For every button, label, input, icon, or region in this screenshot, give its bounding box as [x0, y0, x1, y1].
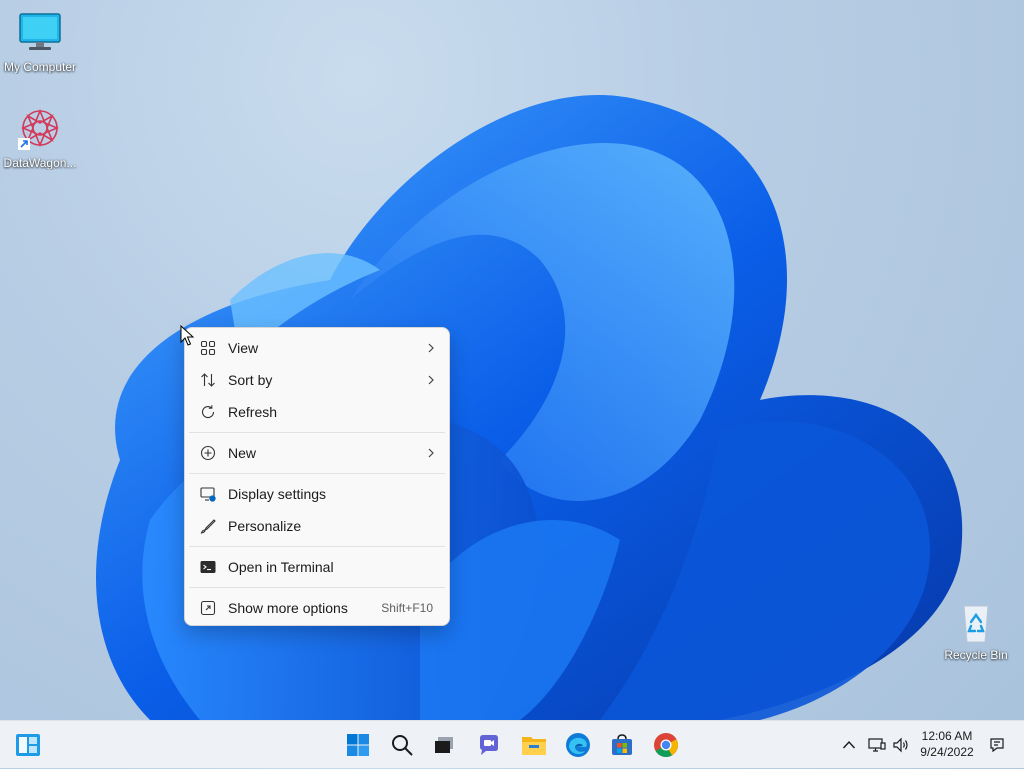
sort-icon: [199, 371, 217, 389]
chevron-right-icon: [425, 342, 437, 354]
chevron-right-icon: [425, 447, 437, 459]
clock-time: 12:06 AM: [921, 729, 973, 743]
mouse-cursor-icon: [180, 325, 194, 346]
menu-item-label: Personalize: [228, 518, 302, 534]
menu-item-personalize[interactable]: Personalize: [185, 510, 449, 542]
network-icon: [868, 738, 886, 752]
store-button[interactable]: [606, 729, 638, 761]
refresh-icon: [199, 403, 217, 421]
tray-overflow-button[interactable]: [838, 721, 860, 769]
search-icon: [392, 735, 413, 756]
file-explorer-button[interactable]: [518, 729, 550, 761]
desktop-icon-label: DataWagon...: [3, 156, 77, 170]
menu-item-sort-by[interactable]: Sort by: [185, 364, 449, 396]
brush-icon: [199, 517, 217, 535]
menu-separator: [189, 587, 445, 588]
menu-separator: [189, 546, 445, 547]
desktop-icon-my-computer[interactable]: My Computer: [0, 10, 80, 74]
menu-item-display-settings[interactable]: Display settings: [185, 478, 449, 510]
file-explorer-icon: [522, 737, 546, 755]
edge-button[interactable]: [562, 729, 594, 761]
task-view-button[interactable]: [428, 729, 460, 761]
volume-icon: [893, 737, 908, 753]
menu-item-label: View: [228, 340, 259, 356]
datawagon-icon: [16, 106, 64, 154]
desktop-context-menu: View Sort by Refresh New Display setting…: [184, 327, 450, 626]
taskbar: 12:06 AM 9/24/2022: [0, 720, 1024, 768]
grid-view-icon: [199, 339, 217, 357]
desktop-icon-datawagon[interactable]: DataWagon...: [0, 106, 80, 170]
chevron-up-icon: [842, 740, 856, 749]
task-view-icon: [435, 737, 453, 753]
chrome-icon: [654, 733, 679, 758]
menu-item-open-terminal[interactable]: Open in Terminal: [185, 551, 449, 583]
widgets-button[interactable]: [12, 729, 44, 761]
plus-circle-icon: [199, 444, 217, 462]
menu-item-label: Display settings: [228, 486, 327, 502]
menu-item-show-more-options[interactable]: Show more options Shift+F10: [185, 592, 449, 624]
menu-item-label: Open in Terminal: [228, 559, 334, 575]
chrome-button[interactable]: [650, 729, 682, 761]
display-settings-icon: [199, 485, 217, 503]
monitor-icon: [16, 10, 64, 58]
edge-icon: [566, 733, 590, 757]
wallpaper-bloom: [96, 95, 962, 720]
menu-item-new[interactable]: New: [185, 437, 449, 469]
menu-item-shortcut: Shift+F10: [381, 601, 433, 615]
start-button[interactable]: [342, 729, 374, 761]
store-icon: [612, 734, 632, 755]
menu-separator: [189, 473, 445, 474]
chat-button[interactable]: [473, 729, 505, 761]
desktop-icon-recycle-bin[interactable]: Recycle Bin: [936, 598, 1016, 662]
menu-item-label: Refresh: [228, 404, 278, 420]
chat-icon: [480, 735, 498, 755]
volume-button[interactable]: [889, 721, 913, 769]
desktop-icon-label: Recycle Bin: [944, 648, 1008, 662]
widgets-icon: [16, 734, 40, 756]
notification-button[interactable]: [986, 721, 1008, 769]
clock-date: 9/24/2022: [920, 745, 974, 759]
start-icon: [347, 734, 369, 756]
search-button[interactable]: [386, 729, 418, 761]
chevron-right-icon: [425, 374, 437, 386]
notification-icon: [990, 738, 1004, 753]
menu-item-refresh[interactable]: Refresh: [185, 396, 449, 428]
menu-item-label: New: [228, 445, 257, 461]
terminal-icon: [199, 558, 217, 576]
recycle-bin-icon: [952, 598, 1000, 646]
menu-item-label: Show more options: [228, 600, 348, 616]
taskbar-clock[interactable]: 12:06 AM 9/24/2022: [912, 728, 982, 760]
menu-separator: [189, 432, 445, 433]
menu-item-label: Sort by: [228, 372, 273, 388]
more-options-icon: [199, 599, 217, 617]
network-button[interactable]: [865, 721, 889, 769]
desktop-icon-label: My Computer: [3, 60, 77, 74]
menu-item-view[interactable]: View: [185, 332, 449, 364]
